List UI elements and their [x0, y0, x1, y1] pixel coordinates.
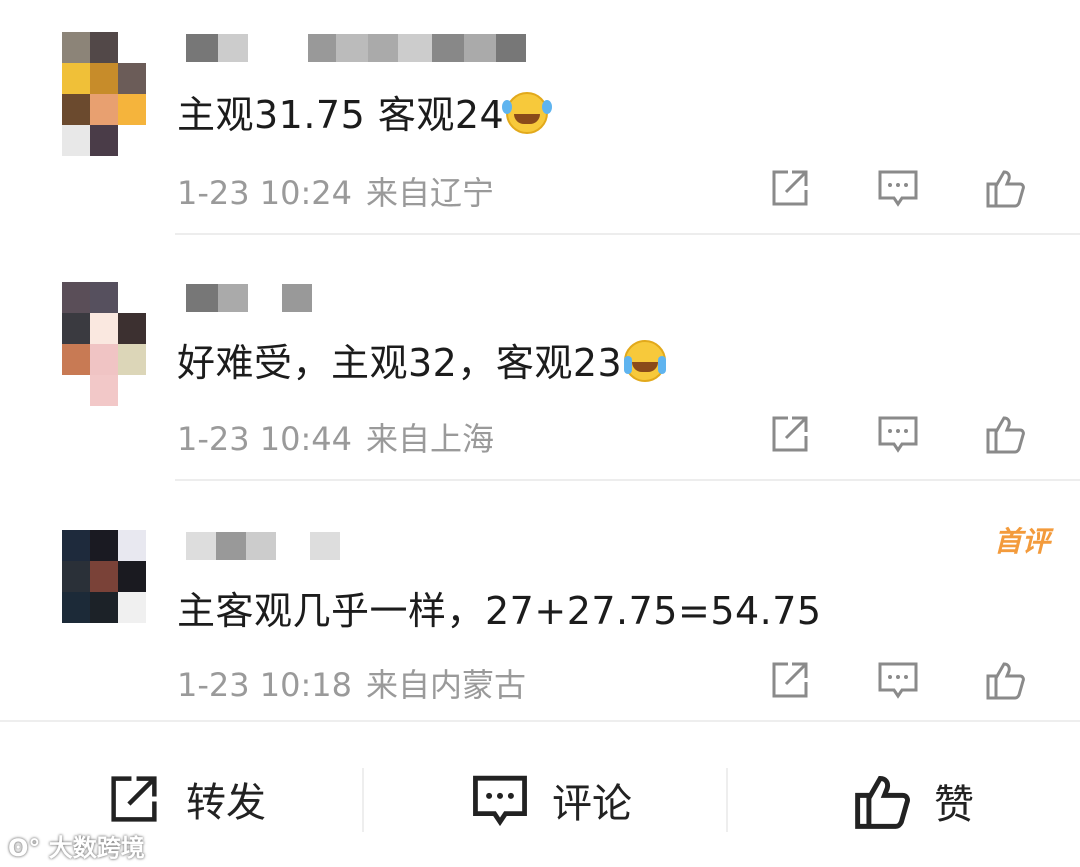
avatar[interactable] [62, 282, 146, 408]
divider [175, 233, 1080, 235]
comment-icon[interactable] [876, 166, 920, 210]
comment-actions [772, 166, 1080, 210]
divider [362, 768, 364, 832]
thumbs-up-icon[interactable] [984, 412, 1028, 456]
comment-text: 主客观几乎一样，27+27.75=54.75 [177, 589, 822, 633]
location: 来自内蒙古 [366, 666, 527, 704]
username-blurred[interactable] [186, 532, 340, 560]
timestamp: 1-23 10:18 [177, 666, 353, 704]
username-blurred[interactable] [186, 284, 312, 312]
timestamp: 1-23 10:24 [177, 174, 353, 212]
share-icon[interactable] [768, 166, 812, 210]
username-blurred[interactable] [186, 34, 526, 62]
share-icon[interactable] [768, 412, 812, 456]
comment-text: 好难受，主观32，客观23 [177, 332, 667, 387]
comment-button[interactable]: 评论 [468, 770, 632, 830]
share-icon[interactable] [768, 658, 812, 702]
thumbs-up-icon[interactable] [984, 658, 1028, 702]
share-icon [111, 776, 157, 822]
repost-button[interactable]: 转发 [102, 770, 266, 828]
comment-meta: 1-23 10:24 来自辽宁 [177, 168, 494, 214]
watermark-logo-icon: ʘ° [8, 834, 41, 862]
comment-actions [772, 412, 1080, 456]
comment-icon[interactable] [876, 658, 920, 702]
avatar[interactable] [62, 32, 146, 158]
first-comment-badge: 首评 [993, 525, 1050, 558]
like-label: 赞 [934, 782, 974, 828]
avatar[interactable] [62, 530, 146, 656]
thumbs-up-icon [855, 775, 910, 829]
divider [0, 720, 1080, 722]
comment-meta: 1-23 10:44 来自上海 [177, 414, 494, 460]
thumbs-up-icon[interactable] [984, 166, 1028, 210]
location: 来自辽宁 [366, 174, 495, 212]
like-button[interactable]: 赞 [852, 770, 974, 832]
divider [175, 479, 1080, 481]
crying-emoji-icon [624, 340, 667, 382]
bottom-action-bar: 转发 评论 赞 [0, 740, 1080, 860]
timestamp: 1-23 10:44 [177, 420, 353, 458]
location: 来自上海 [366, 420, 495, 458]
watermark: ʘ° 大数跨境 [8, 834, 145, 862]
repost-label: 转发 [186, 780, 266, 826]
comment-meta: 1-23 10:18 来自内蒙古 [177, 660, 526, 706]
comment-actions [772, 658, 1080, 702]
comment-icon[interactable] [876, 412, 920, 456]
comment-label: 评论 [552, 781, 632, 827]
laughing-crying-emoji-icon [502, 92, 549, 134]
comment-text: 主观31.75 客观24 [177, 84, 549, 139]
comment-icon [473, 775, 527, 827]
divider [726, 768, 728, 832]
